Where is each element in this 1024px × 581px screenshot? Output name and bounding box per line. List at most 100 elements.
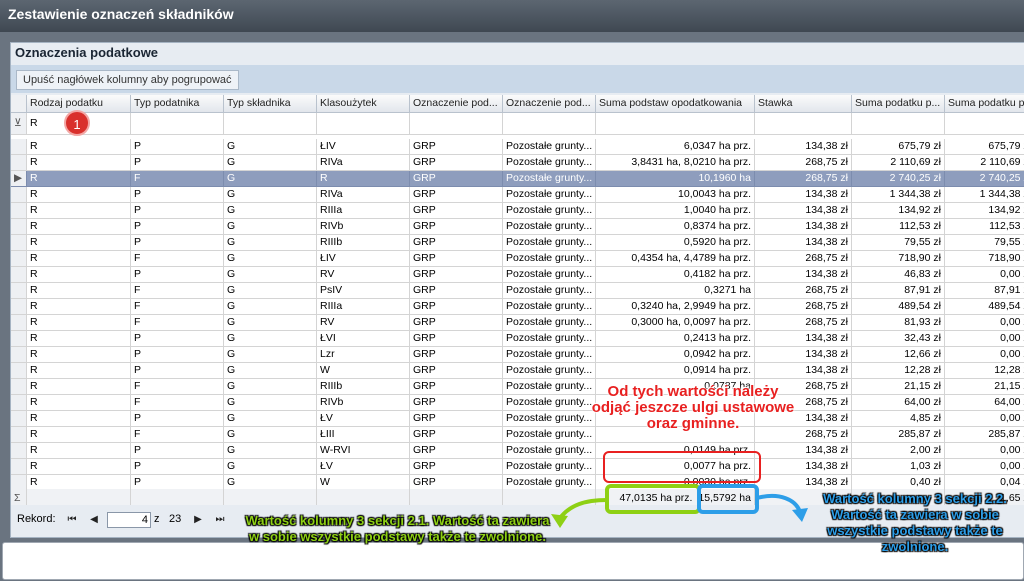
row-indicator[interactable] [11, 95, 27, 113]
table-cell[interactable]: GRP [410, 443, 503, 459]
table-cell[interactable]: G [224, 251, 317, 267]
table-cell[interactable]: 12,28 zł [945, 363, 1024, 379]
table-cell[interactable]: 718,90 zł [945, 251, 1024, 267]
row-indicator[interactable] [11, 203, 27, 219]
filter-icon[interactable]: ⊻ [11, 113, 27, 135]
table-cell[interactable]: G [224, 299, 317, 315]
table-cell[interactable]: 0,5920 ha prz. [596, 235, 755, 251]
table-cell[interactable]: G [224, 283, 317, 299]
table-cell[interactable]: GRP [410, 459, 503, 475]
table-cell[interactable]: GRP [410, 331, 503, 347]
table-cell[interactable]: 675,79 zł [945, 139, 1024, 155]
table-cell[interactable]: G [224, 139, 317, 155]
table-cell[interactable]: 134,38 zł [755, 363, 852, 379]
table-cell[interactable]: G [224, 267, 317, 283]
table-cell[interactable]: ŁIV [317, 251, 410, 267]
prev-record-button[interactable]: ◀ [87, 512, 101, 528]
table-cell[interactable]: RV [317, 315, 410, 331]
row-indicator[interactable] [11, 235, 27, 251]
table-cell[interactable]: Pozostałe grunty... [503, 139, 596, 155]
table-cell[interactable]: Pozostałe grunty... [503, 347, 596, 363]
row-indicator[interactable] [11, 459, 27, 475]
table-row[interactable]: R P G ŁVI GRP Pozostałe grunty... 0,2413 ha pr… [11, 331, 1024, 347]
table-cell[interactable]: P [131, 411, 224, 427]
table-row[interactable]: R P G ŁIV GRP Pozostałe grunty... 6,0347 ha pr… [11, 139, 1024, 155]
table-cell[interactable]: F [131, 171, 224, 187]
table-cell[interactable]: 79,55 zł [945, 235, 1024, 251]
row-indicator[interactable] [11, 347, 27, 363]
table-cell[interactable]: G [224, 395, 317, 411]
filter-input[interactable] [755, 113, 852, 135]
table-cell[interactable]: RIIIa [317, 203, 410, 219]
table-cell[interactable]: 489,54 zł [945, 299, 1024, 315]
table-cell[interactable]: R [27, 363, 131, 379]
table-cell[interactable]: R [27, 315, 131, 331]
table-cell[interactable]: G [224, 443, 317, 459]
table-cell[interactable]: ŁVI [317, 331, 410, 347]
record-input[interactable]: 4 [107, 512, 151, 528]
table-cell[interactable]: G [224, 171, 317, 187]
table-cell[interactable]: Lzr [317, 347, 410, 363]
table-cell[interactable]: F [131, 379, 224, 395]
column-header[interactable]: Suma podatku p... [945, 95, 1024, 113]
table-row[interactable]: R P G RV GRP Pozostałe grunty... 0,4182 ha prz… [11, 267, 1024, 283]
table-cell[interactable]: 268,75 zł [755, 315, 852, 331]
table-cell[interactable]: 285,87 zł [945, 427, 1024, 443]
table-cell[interactable]: F [131, 315, 224, 331]
table-cell[interactable]: P [131, 331, 224, 347]
table-cell[interactable]: 3,8431 ha, 8,0210 ha prz. [596, 155, 755, 171]
table-cell[interactable]: RIIIb [317, 379, 410, 395]
table-cell[interactable]: F [131, 395, 224, 411]
table-cell[interactable]: 6,0347 ha prz. [596, 139, 755, 155]
table-cell[interactable]: PsIV [317, 283, 410, 299]
table-cell[interactable]: 268,75 zł [755, 283, 852, 299]
table-cell[interactable]: G [224, 235, 317, 251]
table-row[interactable]: R P G RIIIb GRP Pozostałe grunty... 0,5920 ha … [11, 235, 1024, 251]
row-indicator[interactable] [11, 251, 27, 267]
filter-row[interactable]: ⊻ R [11, 113, 1024, 135]
table-cell[interactable]: G [224, 411, 317, 427]
table-cell[interactable]: 10,0043 ha prz. [596, 187, 755, 203]
table-cell[interactable]: 134,38 zł [755, 443, 852, 459]
table-cell[interactable]: GRP [410, 363, 503, 379]
table-cell[interactable]: Pozostałe grunty... [503, 427, 596, 443]
table-cell[interactable]: 0,00 zł [945, 411, 1024, 427]
row-indicator[interactable] [11, 219, 27, 235]
table-cell[interactable]: GRP [410, 427, 503, 443]
table-cell[interactable]: 134,38 zł [755, 139, 852, 155]
table-cell[interactable]: 0,00 zł [945, 459, 1024, 475]
table-row[interactable]: R P G RIVa GRP Pozostałe grunty... 10,0043 ha … [11, 187, 1024, 203]
table-cell[interactable]: 0,4182 ha prz. [596, 267, 755, 283]
table-cell[interactable]: R [27, 379, 131, 395]
table-row[interactable]: R P G W GRP Pozostałe grunty... 0,0914 ha prz.… [11, 363, 1024, 379]
table-row[interactable]: R F G ŁIII GRP Pozostałe grunty... 268,75 zł 28… [11, 427, 1024, 443]
table-cell[interactable]: R [317, 171, 410, 187]
table-cell[interactable]: R [27, 251, 131, 267]
table-cell[interactable]: 10,1960 ha [596, 171, 755, 187]
table-cell[interactable]: GRP [410, 155, 503, 171]
table-cell[interactable]: 134,92 zł [945, 203, 1024, 219]
row-indicator[interactable] [11, 411, 27, 427]
table-cell[interactable]: 0,00 zł [945, 331, 1024, 347]
table-cell[interactable]: P [131, 187, 224, 203]
table-cell[interactable]: GRP [410, 315, 503, 331]
group-hint[interactable]: Upuść nagłówek kolumny aby pogrupować [16, 70, 239, 90]
table-row[interactable]: R P G RIVa GRP Pozostałe grunty... 3,8431 ha, … [11, 155, 1024, 171]
filter-input[interactable] [503, 113, 596, 135]
table-row[interactable]: R P G ŁV GRP Pozostałe grunty... 134,38 zł 4,85… [11, 411, 1024, 427]
table-cell[interactable]: 268,75 zł [755, 155, 852, 171]
table-cell[interactable]: RIVb [317, 219, 410, 235]
table-cell[interactable]: 46,83 zł [852, 267, 945, 283]
filter-input[interactable] [224, 113, 317, 135]
table-cell[interactable]: RIVb [317, 395, 410, 411]
table-cell[interactable]: R [27, 459, 131, 475]
table-cell[interactable]: 79,55 zł [852, 235, 945, 251]
table-cell[interactable]: 21,15 zł [852, 379, 945, 395]
table-cell[interactable]: 2,00 zł [852, 443, 945, 459]
table-cell[interactable]: P [131, 347, 224, 363]
table-cell[interactable]: RV [317, 267, 410, 283]
filter-input[interactable] [852, 113, 945, 135]
table-cell[interactable]: R [27, 235, 131, 251]
table-cell[interactable]: 0,00 zł [945, 347, 1024, 363]
table-row[interactable]: R F G RIIIb GRP Pozostałe grunty... 0,0787 ha 2… [11, 379, 1024, 395]
